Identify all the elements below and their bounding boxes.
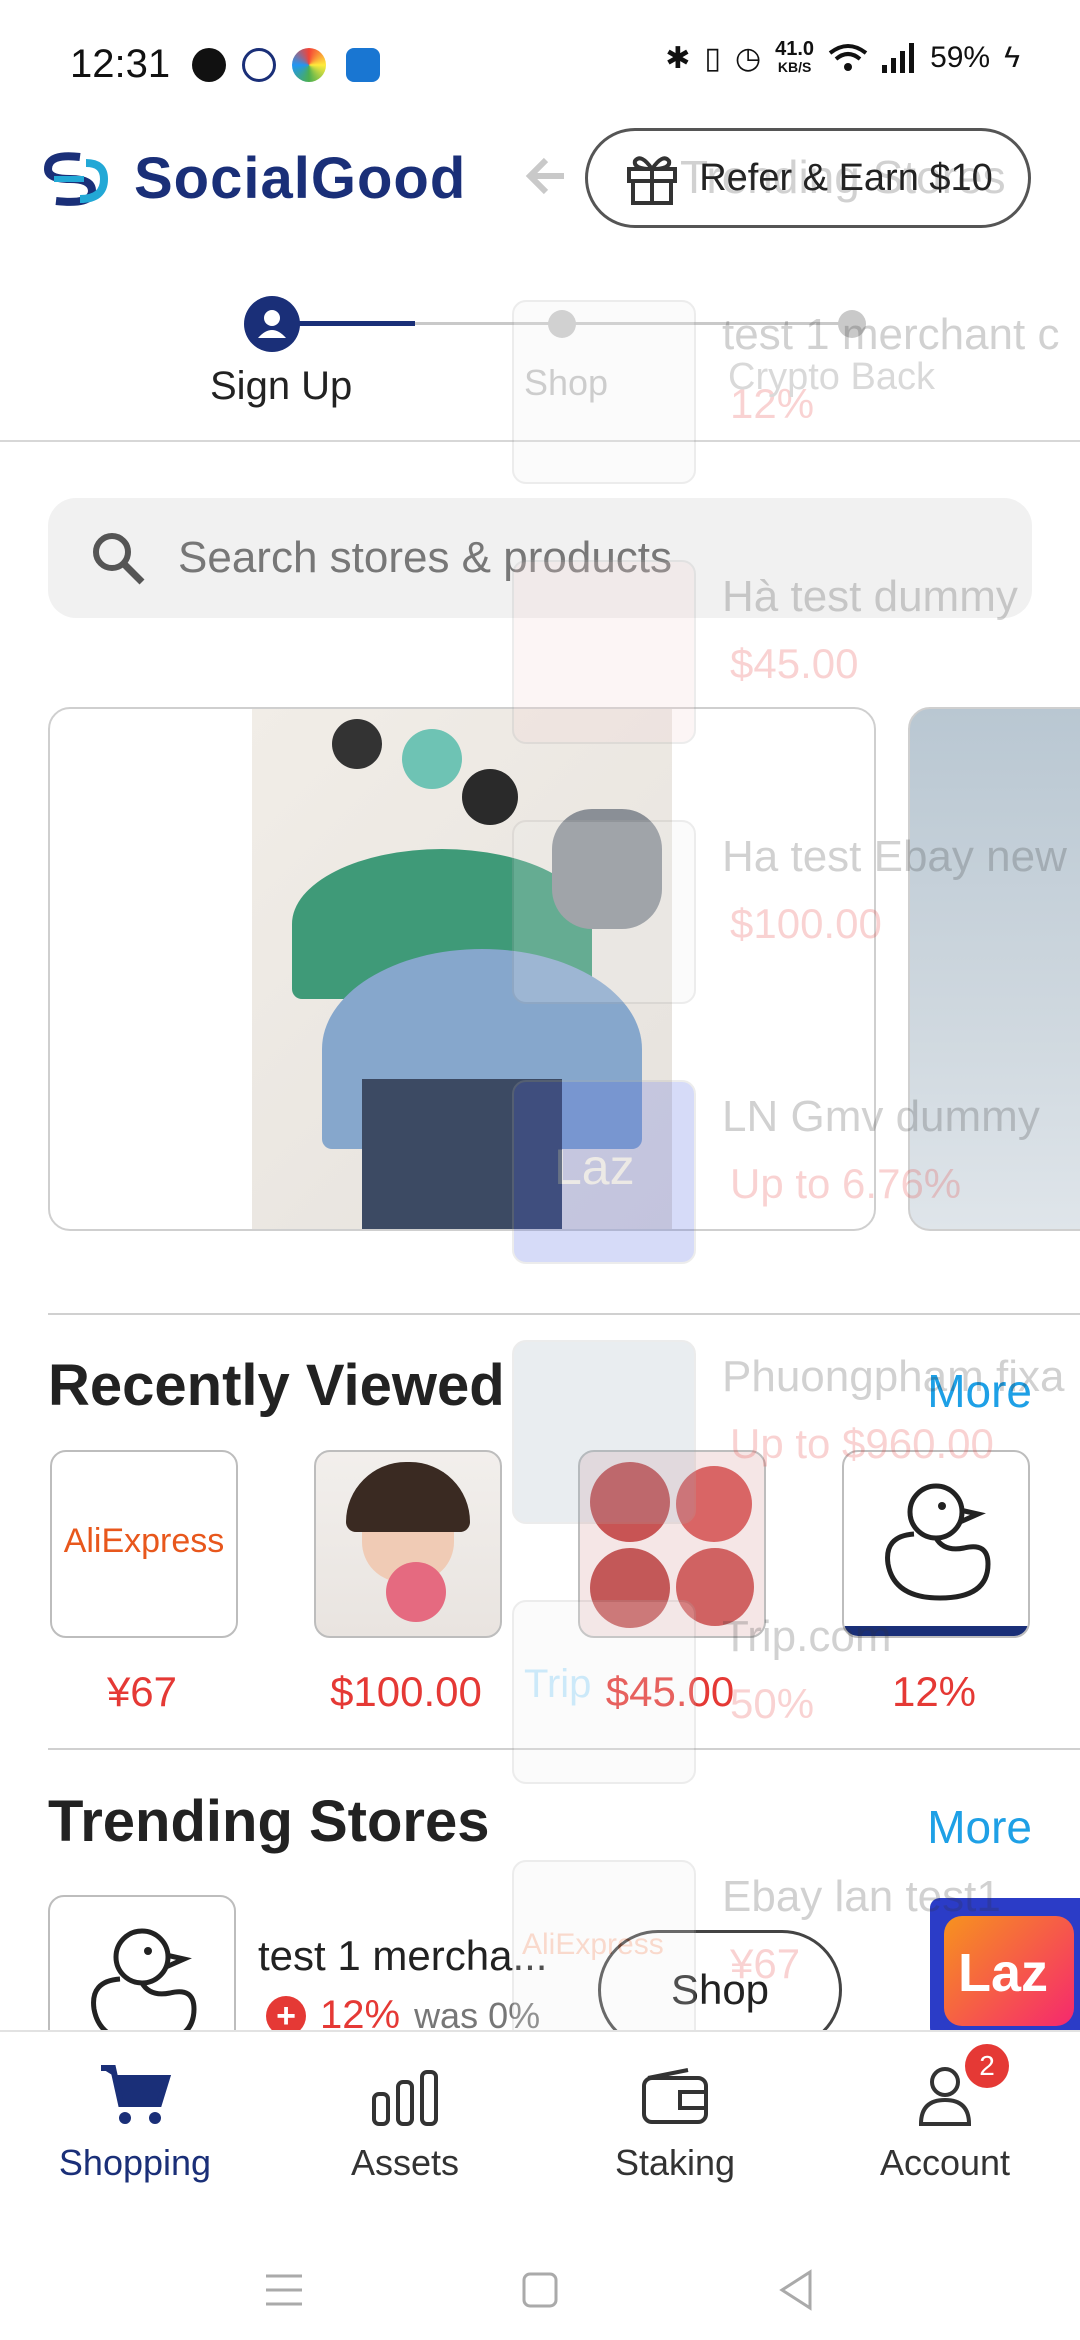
bar-chart-icon [372, 2070, 438, 2126]
step-1-dot[interactable] [244, 296, 300, 352]
recent-price-2: $100.00 [330, 1668, 482, 1715]
recently-viewed-title: Recently Viewed [48, 1353, 505, 1418]
laz-text: Laz [958, 1943, 1049, 2003]
wallet-icon [642, 2068, 708, 2124]
recent-price-3: $45.00 [605, 1668, 735, 1715]
charging-icon: ϟ [1004, 41, 1020, 74]
wifi-icon [828, 44, 868, 71]
recent-item-duck[interactable] [842, 1450, 1030, 1638]
step-1-label: Sign Up [210, 364, 353, 408]
user-icon [258, 310, 286, 338]
trending-stores-title: Trending Stores [48, 1789, 490, 1854]
lip-swatch-1 [590, 1462, 670, 1542]
system-navigation [0, 2210, 1080, 2340]
portrait-hair [346, 1462, 470, 1532]
bluetooth-icon: ✱ [665, 41, 691, 75]
recently-viewed-more-link[interactable]: More [927, 1364, 1032, 1418]
lip-swatch-3 [590, 1548, 670, 1628]
trending-store-name[interactable]: test 1 mercha... [258, 1932, 547, 1980]
gift-icon [627, 156, 678, 205]
nav-assets[interactable]: Assets [270, 2032, 540, 2212]
status-bar: 12:31 ✱ ▯ ◷ 41.0 KB/S 59% ϟ [0, 0, 1080, 130]
usb-icon [346, 48, 380, 82]
nav-shopping-label: Shopping [58, 2142, 212, 2183]
nav-account[interactable]: 2 Account [810, 2032, 1080, 2212]
menu-icon[interactable] [262, 2270, 306, 2310]
jar-shape-2 [402, 729, 462, 789]
messenger-icon [192, 48, 226, 82]
bottom-navigation: Shopping Assets Staking 2 Account [0, 2030, 1080, 2212]
search-icon [93, 533, 145, 585]
lip-swatch-2 [676, 1466, 752, 1542]
duck-placeholder-icon [844, 1483, 1028, 1636]
recent-item-lipstick[interactable] [578, 1450, 766, 1638]
overlay-cash-2: $45.00 [730, 640, 859, 687]
bag-shape [552, 809, 662, 929]
status-time: 12:31 [70, 42, 171, 86]
alarm-icon: ◷ [734, 41, 762, 75]
trending-stores-more-link[interactable]: More [927, 1800, 1032, 1854]
nav-staking-label: Staking [614, 2142, 736, 2183]
nav-shopping[interactable]: Shopping [0, 2032, 270, 2212]
brand-logo: SocialGood [40, 145, 466, 212]
nav-account-label: Account [879, 2142, 1011, 2183]
step-2-dot[interactable] [548, 310, 576, 338]
status-right: ✱ ▯ ◷ 41.0 KB/S 59% ϟ [665, 38, 1020, 76]
cart-icon [101, 2065, 172, 2124]
recent-price-4: 12% [891, 1668, 977, 1715]
socialgood-icon [242, 48, 276, 82]
vibrate-icon: ▯ [704, 41, 721, 75]
shop-label: Shop [670, 1966, 770, 2013]
section-divider-2 [48, 1748, 1080, 1750]
brand-name: SocialGood [134, 146, 467, 211]
notification-badge: 2 [965, 2044, 1009, 2088]
net-speed-value: 41.0 [775, 38, 815, 60]
banner-image [252, 709, 672, 1229]
promo-banner[interactable] [48, 707, 876, 1231]
recent-item-aliexpress[interactable]: AliExpress [50, 1450, 238, 1638]
jar-shape [332, 719, 382, 769]
nav-staking[interactable]: Staking [540, 2032, 810, 2212]
promo-banner-next[interactable] [908, 707, 1080, 1231]
refer-label: Refer & Earn $10 [699, 156, 993, 199]
stepper-track-line [415, 322, 855, 325]
back-icon[interactable] [776, 2268, 816, 2312]
jar-shape-3 [462, 769, 518, 825]
net-speed: 41.0 KB/S [775, 38, 815, 76]
search-placeholder: Search stores & products [178, 533, 673, 582]
portrait-lollipop [386, 1562, 446, 1622]
section-divider [48, 1313, 1080, 1315]
lip-swatch-4 [676, 1548, 754, 1626]
signal-icon [882, 43, 915, 73]
lazada-logo[interactable]: Laz [930, 1898, 1080, 2038]
jeans-shape [362, 1079, 562, 1229]
refer-earn-button[interactable]: Refer & Earn $10 [585, 128, 1031, 228]
home-icon[interactable] [520, 2270, 560, 2310]
recent-price-1: ¥67 [106, 1668, 178, 1715]
search-bar[interactable]: Search stores & products [48, 498, 1032, 618]
battery-text: 59% [930, 41, 991, 74]
back-arrow-icon[interactable] [520, 148, 576, 209]
signup-stepper: Sign Up [0, 280, 1080, 442]
step-3-dot[interactable] [838, 310, 866, 338]
browser-icon [292, 48, 326, 82]
socialgood-logo-icon [43, 151, 109, 206]
recent-item-portrait[interactable] [314, 1450, 502, 1638]
nav-assets-label: Assets [350, 2142, 460, 2183]
net-speed-unit: KB/S [777, 59, 812, 75]
aliexpress-logo: AliExpress [63, 1522, 225, 1560]
